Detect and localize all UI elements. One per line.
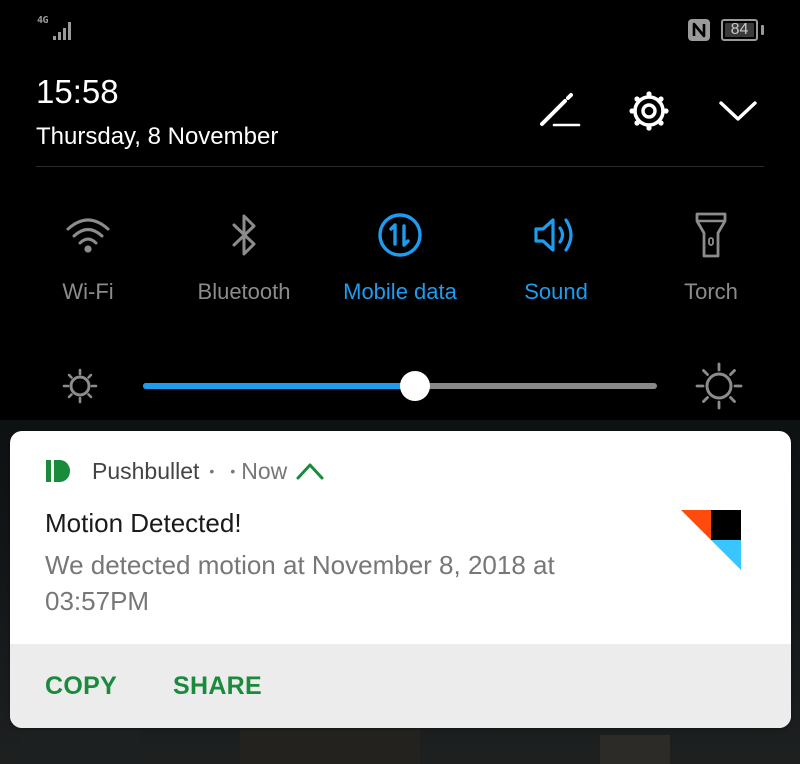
tile-label: Sound: [524, 279, 588, 304]
chevron-down-icon: [718, 99, 758, 128]
share-button[interactable]: SHARE: [173, 670, 262, 702]
speaker-icon: [531, 210, 581, 260]
signal-strength-icon: 4G: [37, 16, 77, 42]
header-separator: •: [209, 463, 215, 479]
bluetooth-icon: [219, 210, 269, 260]
battery-level: 84: [730, 21, 749, 38]
tile-label: Bluetooth: [197, 279, 291, 304]
pencil-icon: [538, 91, 582, 136]
chevron-up-icon[interactable]: [295, 461, 325, 481]
collapse-panel-button[interactable]: [715, 90, 761, 136]
brightness-low-icon: [62, 368, 98, 404]
tile-label: Mobile data: [343, 279, 457, 304]
tile-label: Torch: [684, 279, 738, 304]
wifi-icon: [63, 210, 113, 260]
brightness-slider[interactable]: [143, 370, 657, 402]
slider-fill: [143, 383, 416, 389]
header-separator: •: [230, 463, 236, 479]
brightness-high-icon: [694, 361, 744, 411]
app-name: Pushbullet: [92, 457, 200, 484]
tile-label: Wi-Fi: [62, 279, 114, 304]
status-bar: 4G 84: [0, 0, 800, 60]
notification-time: Now: [241, 457, 288, 484]
pushbullet-icon: [46, 460, 70, 482]
settings-button[interactable]: [626, 90, 672, 136]
copy-button[interactable]: COPY: [45, 670, 117, 702]
tile-sound[interactable]: Sound: [481, 205, 631, 315]
nfc-icon: [687, 18, 711, 42]
tile-torch[interactable]: Torch: [636, 205, 786, 315]
notification-actions: COPY SHARE: [10, 644, 791, 728]
tile-wifi[interactable]: Wi-Fi: [13, 205, 163, 315]
clock-time[interactable]: 15:58: [36, 72, 119, 112]
notification-header: Pushbullet • • Now: [46, 455, 325, 487]
notification-body: We detected motion at November 8, 2018 a…: [45, 550, 555, 616]
edit-tiles-button[interactable]: [537, 90, 583, 136]
tile-bluetooth[interactable]: Bluetooth: [169, 205, 319, 315]
gear-icon: [626, 88, 672, 139]
mobile-data-icon: [375, 210, 425, 260]
header-divider: [36, 166, 764, 167]
slider-thumb[interactable]: [400, 371, 431, 401]
notification-title: Motion Detected!: [45, 508, 242, 538]
battery-indicator: 84: [721, 19, 764, 41]
ifttt-icon: [681, 510, 741, 570]
notification-card[interactable]: Pushbullet • • Now Motion Detected! We d…: [10, 431, 791, 728]
network-type-label: 4G: [37, 15, 49, 26]
flashlight-icon: [686, 210, 736, 260]
tile-mobile-data[interactable]: Mobile data: [325, 205, 475, 315]
date-label[interactable]: Thursday, 8 November: [36, 122, 278, 152]
